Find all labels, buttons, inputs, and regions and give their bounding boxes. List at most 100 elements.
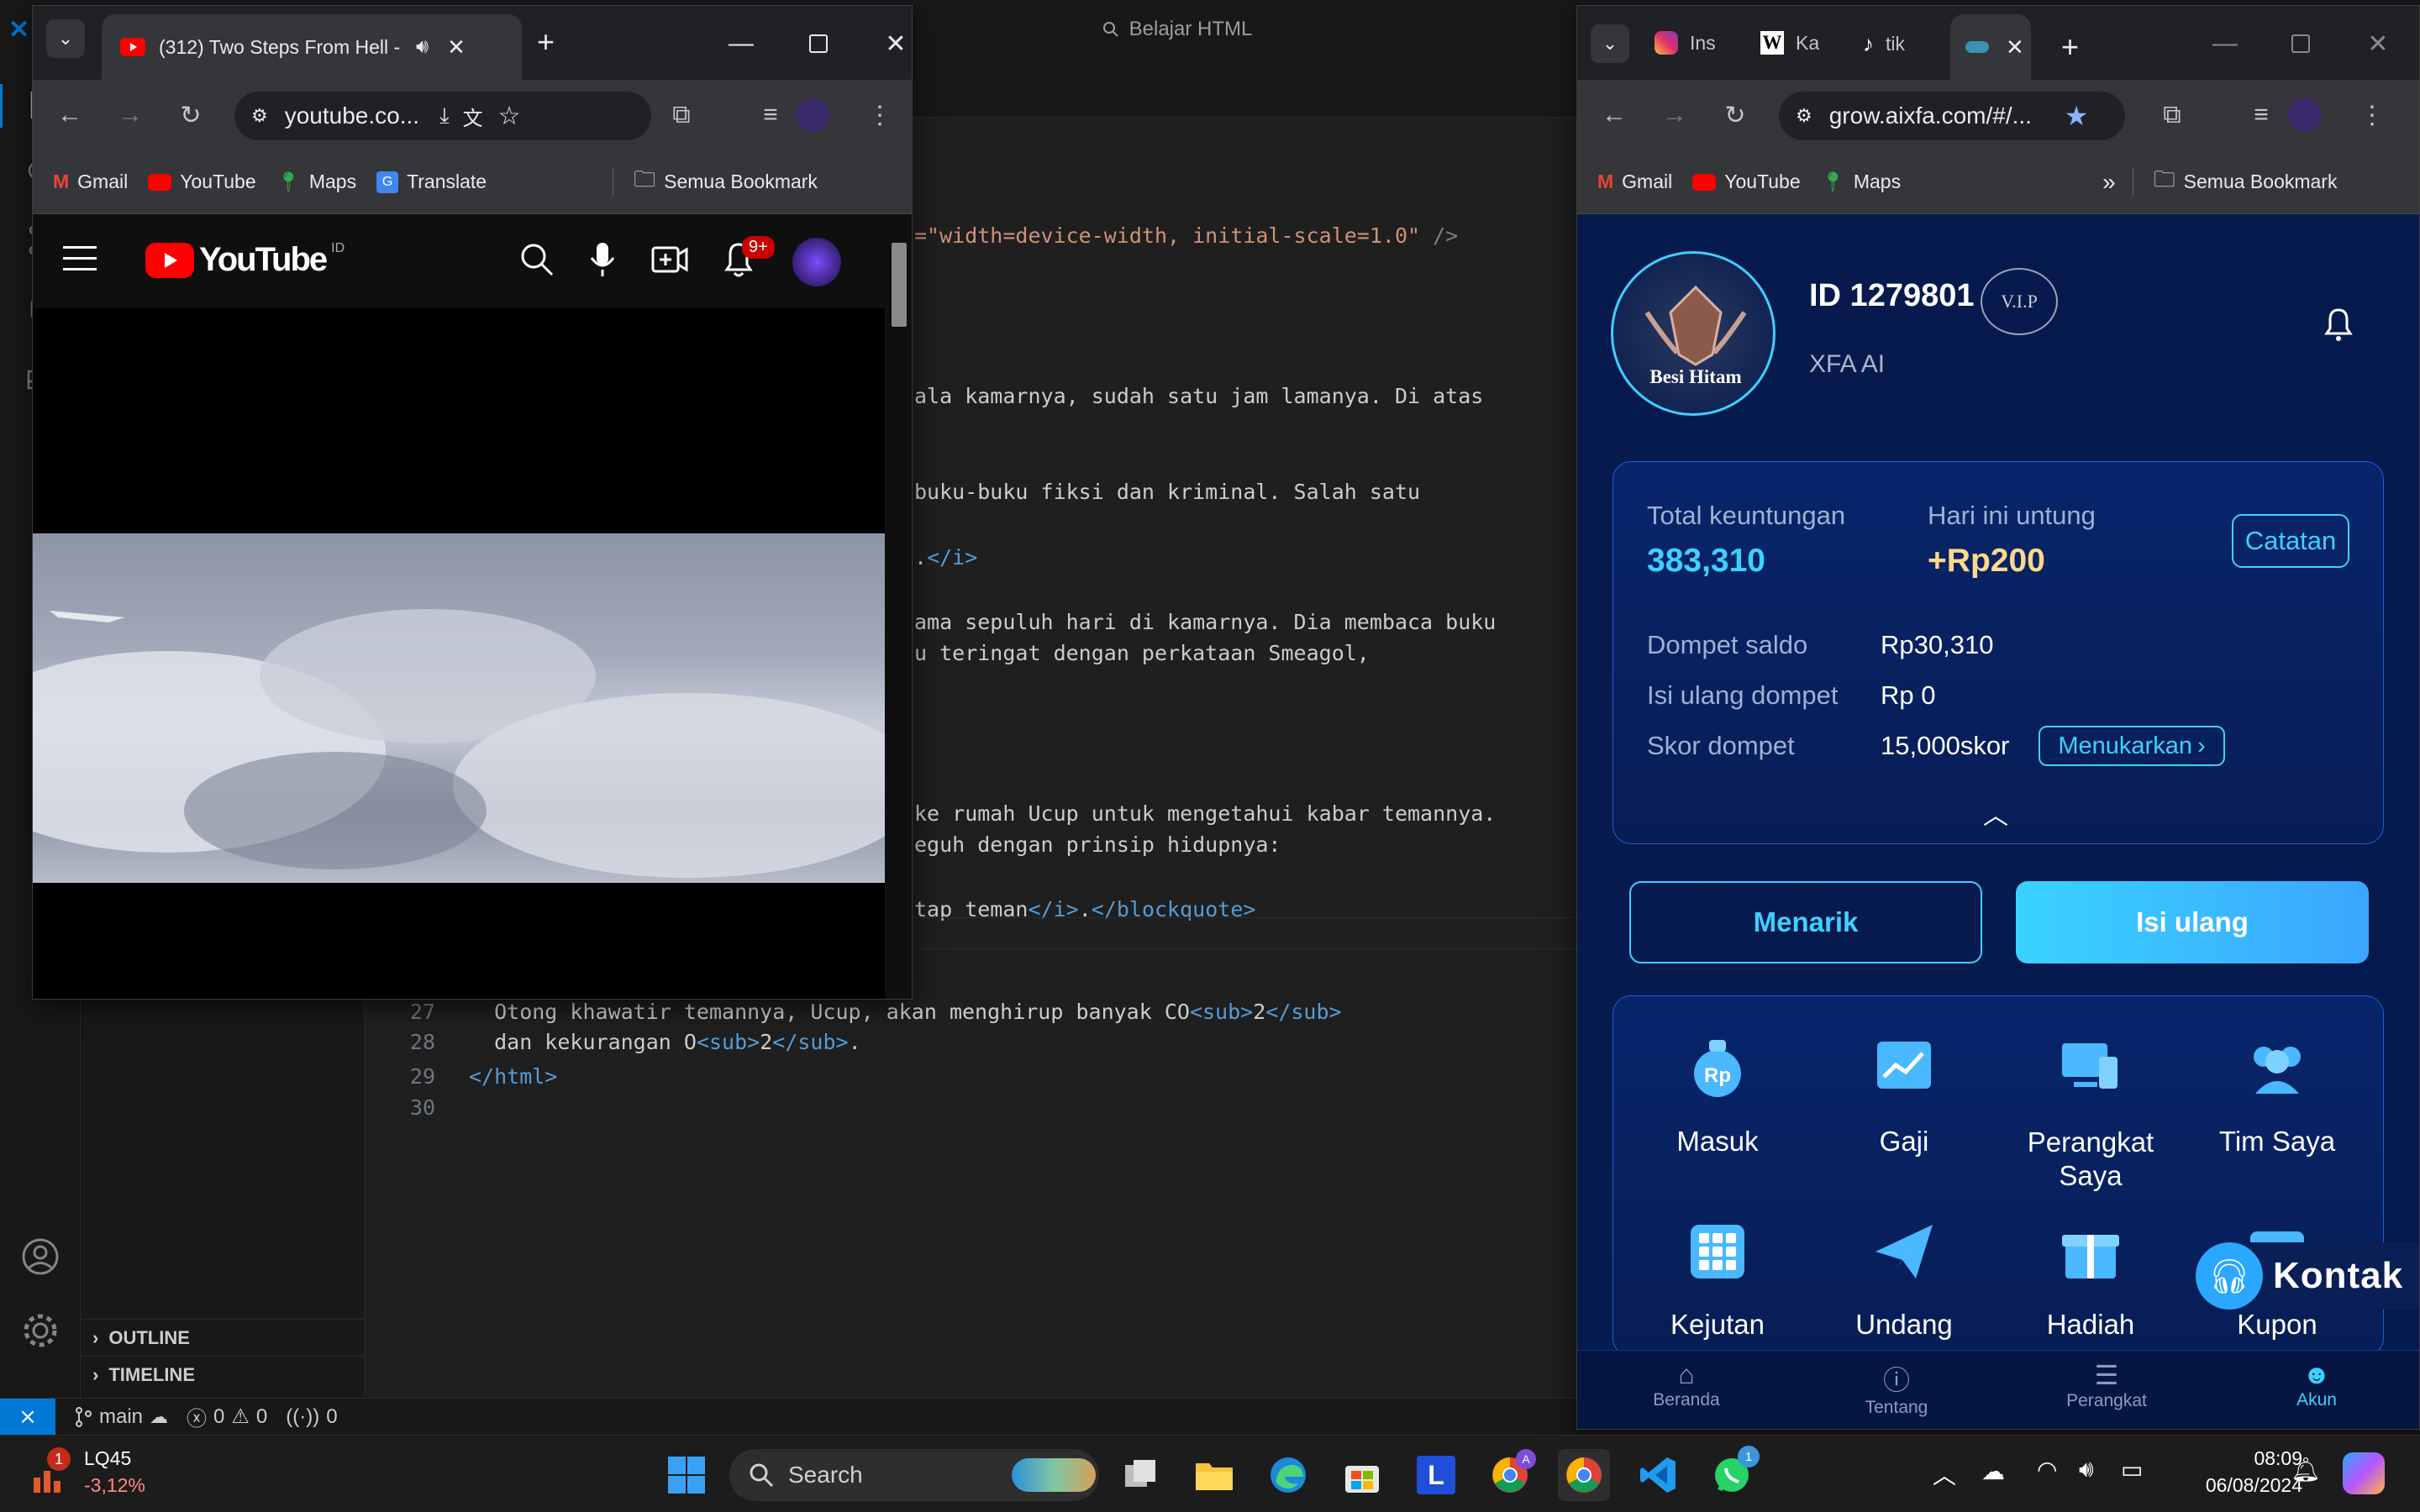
- notifications-bell-icon[interactable]: [2322, 307, 2355, 348]
- hadiah-gift-icon[interactable]: [2055, 1216, 2126, 1287]
- outline-section[interactable]: › OUTLINE: [81, 1319, 365, 1356]
- bookmark-youtube[interactable]: YouTube: [148, 171, 256, 193]
- grid-label-hadiah[interactable]: Hadiah: [1998, 1309, 2183, 1341]
- close-window-button[interactable]: ✕: [2357, 23, 2399, 65]
- new-tab-button[interactable]: +: [2061, 29, 2079, 65]
- edge-browser-icon[interactable]: [1262, 1449, 1314, 1501]
- redeem-button[interactable]: Menukarkan ›: [2039, 726, 2225, 766]
- grid-label-masuk[interactable]: Masuk: [1625, 1126, 1810, 1158]
- address-bar[interactable]: ⚙ youtube.co... ⤓ 文 ☆: [234, 92, 651, 140]
- grid-label-perangkat-saya[interactable]: Perangkat Saya: [1998, 1126, 2183, 1193]
- user-avatar[interactable]: [792, 238, 841, 286]
- media-control-icon[interactable]: ≡: [2243, 97, 2280, 134]
- wifi-icon[interactable]: ◠: [2037, 1456, 2057, 1483]
- onedrive-cloud-icon[interactable]: ☁: [1981, 1457, 2005, 1485]
- video-player[interactable]: [33, 308, 912, 999]
- speaker-icon[interactable]: 🔊︎: [416, 35, 429, 59]
- whatsapp-icon[interactable]: 1: [1706, 1446, 1760, 1501]
- l-app-icon[interactable]: L: [1410, 1449, 1462, 1501]
- kejutan-icon[interactable]: [1682, 1216, 1753, 1287]
- command-center[interactable]: Belajar HTML: [1101, 18, 1252, 41]
- page-scrollbar[interactable]: [885, 214, 912, 999]
- media-control-icon[interactable]: ≡: [752, 97, 789, 134]
- nav-tentang[interactable]: ⓘ Tentang: [1838, 1359, 1955, 1418]
- chrome-active-icon[interactable]: [1558, 1449, 1610, 1501]
- withdraw-button[interactable]: Menarik: [1629, 881, 1982, 963]
- account-icon[interactable]: [18, 1235, 62, 1278]
- all-bookmarks-folder[interactable]: 🗀 Semua Bookmark: [634, 164, 818, 201]
- tab-search-button[interactable]: ⌄: [46, 19, 85, 58]
- forward-button[interactable]: →: [112, 97, 149, 134]
- minimize-button[interactable]: —: [720, 23, 762, 65]
- branch-indicator[interactable]: main ☁: [74, 1405, 168, 1429]
- minimize-button[interactable]: —: [2204, 23, 2246, 65]
- new-tab-button[interactable]: +: [537, 24, 555, 60]
- chrome-profile-a-icon[interactable]: A: [1484, 1449, 1536, 1501]
- grid-label-gaji[interactable]: Gaji: [1812, 1126, 1996, 1158]
- profile-avatar[interactable]: [796, 98, 829, 132]
- masuk-icon[interactable]: Rp: [1682, 1033, 1753, 1104]
- install-app-icon[interactable]: ⤓: [439, 102, 450, 129]
- grid-label-tim-saya[interactable]: Tim Saya: [2185, 1126, 2370, 1158]
- nav-beranda[interactable]: ⌂ Beranda: [1628, 1359, 1745, 1410]
- records-button[interactable]: Catatan: [2232, 514, 2349, 568]
- bookmark-translate[interactable]: G Translate: [376, 171, 487, 193]
- create-video-icon[interactable]: [651, 243, 688, 281]
- bookmark-maps[interactable]: 📍︎ Maps: [1821, 171, 1901, 193]
- settings-gear-icon[interactable]: [18, 1309, 62, 1352]
- copilot-icon[interactable]: [2343, 1452, 2385, 1494]
- tab-aixfa[interactable]: ✕: [1950, 14, 2031, 80]
- tim-saya-icon[interactable]: [2242, 1033, 2312, 1104]
- gaji-icon[interactable]: [1869, 1033, 1939, 1104]
- site-info-icon[interactable]: ⚙: [251, 105, 268, 127]
- timeline-section[interactable]: › TIMELINE: [81, 1356, 365, 1393]
- maximize-button[interactable]: [2280, 23, 2322, 65]
- undang-paper-plane-icon[interactable]: [1869, 1216, 1939, 1287]
- remote-indicator[interactable]: ⨯: [0, 1398, 55, 1436]
- bookmark-gmail[interactable]: M Gmail: [1597, 171, 1672, 193]
- bookmark-maps[interactable]: 📍︎ Maps: [276, 171, 356, 193]
- forward-button[interactable]: →: [1656, 97, 1693, 134]
- back-button[interactable]: ←: [1596, 97, 1633, 134]
- tab-youtube[interactable]: (312) Two Steps From Hell - 🔊︎ ✕: [102, 14, 522, 80]
- stock-widget[interactable]: 1: [29, 1447, 72, 1500]
- contact-float-button[interactable]: 🎧︎ Kontak: [2196, 1242, 2419, 1310]
- extensions-icon[interactable]: ⧉: [2154, 97, 2191, 134]
- back-button[interactable]: ←: [51, 97, 88, 134]
- hamburger-menu-icon[interactable]: [63, 246, 97, 271]
- menu-kebab-icon[interactable]: ⋮: [861, 97, 898, 134]
- perangkat-saya-icon[interactable]: [2055, 1033, 2126, 1104]
- grid-label-kupon[interactable]: Kupon: [2185, 1309, 2370, 1341]
- bookmark-star-icon[interactable]: ★: [2065, 100, 2089, 132]
- clock-date[interactable]: 06/08/2024: [2168, 1474, 2302, 1497]
- reload-button[interactable]: ↻: [172, 97, 209, 134]
- notification-bell-icon[interactable]: 🔔︎: [2291, 1456, 2321, 1483]
- more-bookmarks-chevron-icon[interactable]: »: [2102, 169, 2116, 196]
- all-bookmarks-folder[interactable]: 🗀 Semua Bookmark: [2154, 164, 2338, 201]
- address-bar[interactable]: ⚙ grow.aixfa.com/#/... ★: [1779, 92, 2125, 140]
- maximize-button[interactable]: [797, 23, 839, 65]
- task-view-icon[interactable]: [1114, 1449, 1166, 1501]
- bookmark-gmail[interactable]: M Gmail: [53, 171, 128, 193]
- clock-time[interactable]: 08:09: [2202, 1447, 2302, 1470]
- scrollbar-thumb[interactable]: [892, 243, 907, 327]
- chevron-up-icon[interactable]: ︿: [1983, 795, 2008, 832]
- reload-button[interactable]: ↻: [1717, 97, 1754, 134]
- tab-close-icon[interactable]: ✕: [447, 34, 466, 60]
- battery-icon[interactable]: ▭: [2121, 1456, 2143, 1483]
- tray-overflow-chevron-icon[interactable]: ︿: [1933, 1457, 1956, 1491]
- start-button[interactable]: [660, 1449, 713, 1501]
- close-window-button[interactable]: ✕: [875, 23, 912, 65]
- grid-label-undang[interactable]: Undang: [1812, 1309, 1996, 1341]
- recharge-button[interactable]: Isi ulang: [2016, 881, 2369, 963]
- search-icon[interactable]: [518, 241, 555, 282]
- tab-tiktok[interactable]: ♪ tik: [1863, 31, 1905, 57]
- tab-close-icon[interactable]: ✕: [2006, 34, 2024, 60]
- profile-avatar[interactable]: [2288, 98, 2322, 132]
- ports-indicator[interactable]: ((·)) 0: [286, 1405, 337, 1429]
- tab-search-button[interactable]: ⌄: [1591, 24, 1629, 63]
- grid-label-kejutan[interactable]: Kejutan: [1625, 1309, 1810, 1341]
- site-info-icon[interactable]: ⚙: [1796, 105, 1812, 127]
- bookmark-youtube[interactable]: YouTube: [1692, 171, 1801, 193]
- file-explorer-icon[interactable]: [1188, 1449, 1240, 1501]
